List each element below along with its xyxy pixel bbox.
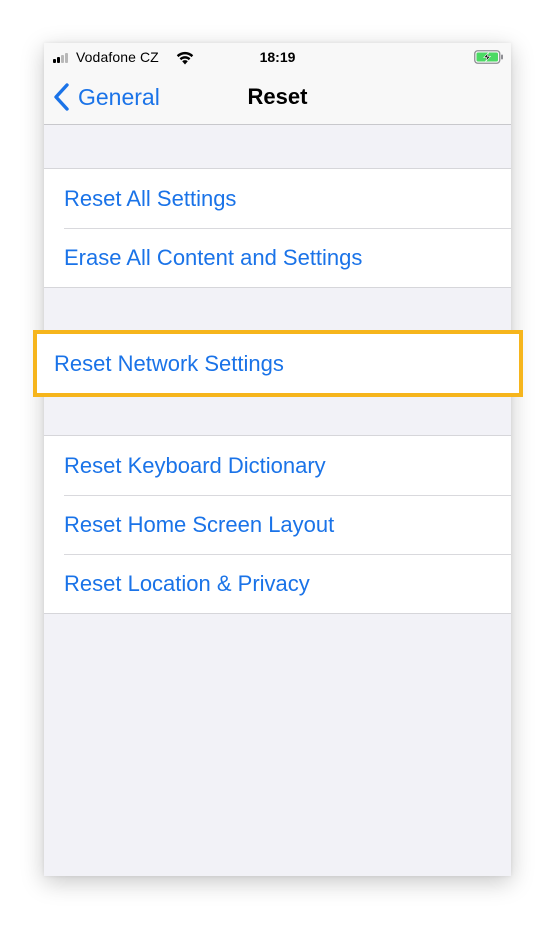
cell-label: Reset Location & Privacy [64,570,310,596]
page-title: Reset [247,84,308,109]
battery-charging-icon [474,50,503,64]
reset-all-settings-button[interactable]: Reset All Settings [44,169,511,228]
cell-label: Reset Keyboard Dictionary [64,452,326,478]
erase-all-content-button[interactable]: Erase All Content and Settings [44,228,511,287]
reset-group-1: Reset All Settings Erase All Content and… [44,168,511,288]
phone-screen: Vodafone CZ 18:19 General Reset Reset Al… [33,43,523,876]
status-bar: Vodafone CZ 18:19 [44,43,511,71]
cell-label: Reset All Settings [64,185,237,211]
reset-home-screen-layout-button[interactable]: Reset Home Screen Layout [44,495,511,554]
navigation-bar: General Reset [44,71,511,125]
cellular-signal-icon [53,53,71,63]
reset-keyboard-dictionary-button[interactable]: Reset Keyboard Dictionary [44,436,511,495]
reset-network-settings-button[interactable]: Reset Network Settings [33,330,523,397]
reset-group-3: Reset Keyboard Dictionary Reset Home Scr… [44,435,511,614]
wifi-icon [176,51,194,65]
reset-location-privacy-button[interactable]: Reset Location & Privacy [44,554,511,613]
cell-label: Erase All Content and Settings [64,244,363,270]
cell-label: Reset Home Screen Layout [64,511,335,537]
cell-label: Reset Network Settings [54,350,284,376]
carrier-name: Vodafone CZ [76,49,159,65]
